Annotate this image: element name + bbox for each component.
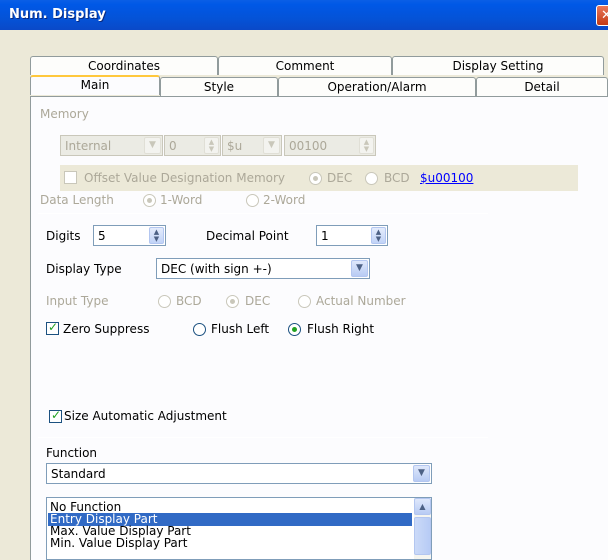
input-actual-label: Actual Number <box>316 294 406 308</box>
data-length-label: Data Length <box>40 193 114 207</box>
input-actual-radio[interactable] <box>298 295 311 308</box>
tab-label: Style <box>203 80 235 94</box>
offset-bcd-label: BCD <box>384 171 410 185</box>
tab-label: Detail <box>524 80 560 94</box>
tab-main[interactable]: Main <box>30 75 160 95</box>
zero-suppress-label: Zero Suppress <box>63 322 150 336</box>
offset-label: Offset Value Designation Memory <box>84 171 286 185</box>
spin-arrows-icon: ▲ ▼ <box>359 137 374 154</box>
function-label: Function <box>46 446 98 460</box>
tab-label: Display Setting <box>452 59 544 73</box>
memory-prefix-value: $u <box>227 139 243 153</box>
input-dec-label: DEC <box>245 294 271 308</box>
tab-label: Coordinates <box>87 59 161 73</box>
flush-left-label: Flush Left <box>211 322 270 336</box>
offset-dec-radio[interactable] <box>309 172 322 185</box>
two-word-label: 2-Word <box>263 193 306 207</box>
window-title: Num. Display <box>9 7 106 22</box>
scroll-thumb[interactable] <box>414 517 431 555</box>
close-icon: ✕ <box>601 8 608 23</box>
flush-left-radio[interactable] <box>193 323 206 336</box>
display-type-value: DEC (with sign +-) <box>161 262 272 276</box>
tab-display-setting[interactable]: Display Setting <box>392 56 604 75</box>
offset-bcd-radio[interactable] <box>365 172 378 185</box>
check-icon: ✓ <box>48 320 59 334</box>
memory-prefix-select[interactable]: $u ▼ <box>222 135 282 156</box>
decimal-point-value: 1 <box>321 229 329 243</box>
flush-right-label: Flush Right <box>307 322 375 336</box>
spin-arrows-icon: ▲ ▼ <box>371 227 386 244</box>
list-item[interactable]: Min. Value Display Part <box>48 537 412 550</box>
spin-arrows-icon: ▲ ▼ <box>149 227 164 244</box>
divider <box>38 437 488 438</box>
chevron-up-icon[interactable]: ▲ <box>414 498 431 515</box>
function-select[interactable]: Standard ▼ <box>46 463 432 484</box>
memory-address-stepper[interactable]: 00100 ▲ ▼ <box>284 135 376 156</box>
digits-label: Digits <box>46 229 81 243</box>
memory-number-stepper[interactable]: 0 ▲ ▼ <box>164 135 221 156</box>
offset-memory-link[interactable]: $u00100 <box>420 171 473 185</box>
zero-suppress-checkbox[interactable]: ✓ <box>46 320 59 335</box>
chevron-down-icon: ▼ <box>351 260 368 277</box>
input-bcd-label: BCD <box>176 294 202 308</box>
offset-checkbox[interactable] <box>64 171 77 184</box>
radio-dot <box>292 327 297 332</box>
offset-dec-label: DEC <box>327 171 353 185</box>
size-auto-checkbox[interactable]: ✓ <box>49 408 62 423</box>
function-value: Standard <box>51 467 106 481</box>
memory-number-value: 0 <box>169 139 177 153</box>
decimal-point-stepper[interactable]: 1 ▲ ▼ <box>316 225 388 246</box>
display-type-label: Display Type <box>46 262 122 276</box>
decimal-point-label: Decimal Point <box>206 229 289 243</box>
memory-label: Memory <box>40 107 89 121</box>
radio-dot <box>147 198 152 203</box>
chevron-down-icon: ▼ <box>413 465 430 482</box>
tab-style[interactable]: Style <box>160 77 278 96</box>
spin-arrows-icon: ▲ ▼ <box>204 137 219 154</box>
flush-right-radio[interactable] <box>288 323 301 336</box>
memory-type-select[interactable]: Internal ▼ <box>60 135 163 156</box>
input-type-label: Input Type <box>46 294 109 308</box>
function-list[interactable]: No Function Entry Display Part Max. Valu… <box>46 497 432 560</box>
radio-dot <box>230 299 235 304</box>
one-word-label: 1-Word <box>160 193 203 207</box>
tab-coordinates[interactable]: Coordinates <box>30 56 218 75</box>
radio-dot <box>313 176 318 181</box>
chevron-down-icon: ▼ <box>263 137 280 154</box>
tab-label: Main <box>80 78 110 92</box>
tab-detail[interactable]: Detail <box>476 77 608 96</box>
one-word-radio[interactable] <box>143 194 156 207</box>
tab-label: Operation/Alarm <box>327 80 427 94</box>
chevron-down-icon: ▼ <box>144 137 161 154</box>
close-button[interactable]: ✕ <box>596 5 608 26</box>
display-type-select[interactable]: DEC (with sign +-) ▼ <box>156 258 370 279</box>
tab-label: Comment <box>275 59 335 73</box>
digits-stepper[interactable]: 5 ▲ ▼ <box>93 225 166 246</box>
num-display-window: Num. Display ✕ Coordinates Comment Displ… <box>0 0 608 560</box>
two-word-radio[interactable] <box>246 194 259 207</box>
list-scrollbar[interactable]: ▲ <box>414 498 431 559</box>
digits-value: 5 <box>98 229 106 243</box>
size-auto-label: Size Automatic Adjustment <box>64 409 227 423</box>
memory-type-value: Internal <box>65 139 112 153</box>
divider <box>38 213 488 214</box>
tab-operation-alarm[interactable]: Operation/Alarm <box>278 77 476 96</box>
check-icon: ✓ <box>51 408 62 422</box>
tab-comment[interactable]: Comment <box>218 56 392 75</box>
memory-address-value: 00100 <box>289 139 328 153</box>
input-dec-radio[interactable] <box>226 295 239 308</box>
input-bcd-radio[interactable] <box>158 295 171 308</box>
title-bar[interactable]: Num. Display ✕ <box>0 0 608 30</box>
